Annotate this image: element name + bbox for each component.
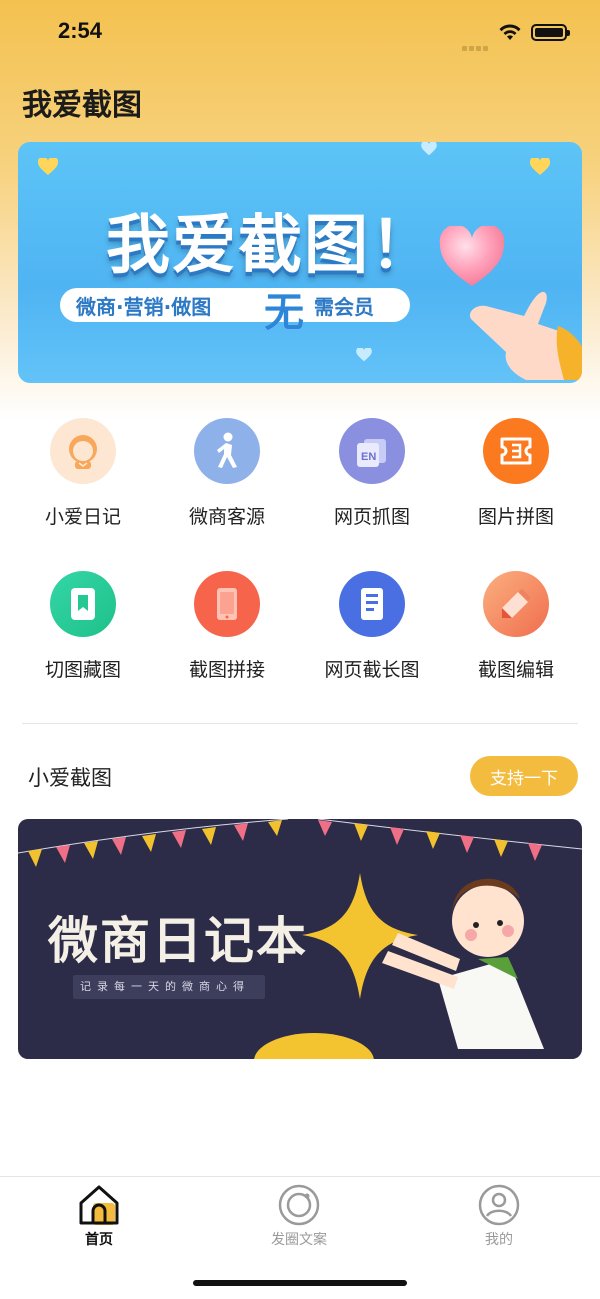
banner-tagline-highlight: 无	[264, 290, 304, 336]
tool-screenshot-edit[interactable]: 截图编辑	[451, 571, 581, 682]
moon-icon	[254, 1033, 374, 1059]
home-indicator	[193, 1280, 407, 1286]
tool-screenshot-stitch[interactable]: 截图拼接	[162, 571, 292, 682]
tab-home[interactable]: 首页	[44, 1183, 154, 1249]
promo-title: 微商日记本	[48, 912, 308, 970]
avatar-icon	[50, 418, 116, 484]
status-time: 2:54	[58, 18, 103, 43]
walking-person-icon	[194, 418, 260, 484]
tool-label: 网页抓图	[333, 506, 410, 528]
tab-moments-copy[interactable]: 发圈文案	[244, 1183, 354, 1249]
home-icon	[79, 1185, 119, 1225]
tool-xiaoai-diary[interactable]: 小爱日记	[18, 418, 148, 529]
tool-label: 截图拼接	[188, 659, 265, 681]
section-divider	[22, 723, 578, 724]
section-title: 小爱截图	[28, 766, 112, 790]
tab-label: 我的	[485, 1232, 513, 1248]
tool-label: 网页截长图	[324, 659, 420, 681]
banner-title: 我爱截图！	[106, 209, 436, 283]
hero-banner[interactable]: 我爱截图！ 微商·营销·做图 无 需会员	[18, 142, 582, 383]
support-button[interactable]: 支持一下	[470, 756, 578, 796]
ticket-icon	[483, 418, 549, 484]
battery-icon	[531, 24, 570, 41]
tool-web-capture[interactable]: EN 网页抓图	[307, 418, 437, 529]
tool-label: 微商客源	[188, 506, 265, 528]
translate-en-icon: EN	[339, 418, 405, 484]
tool-image-collage[interactable]: 图片拼图	[451, 418, 581, 529]
tablet-icon	[194, 571, 260, 637]
banner-tagline-left: 微商·营销·做图	[76, 295, 212, 319]
tool-label: 截图编辑	[477, 659, 554, 681]
bookmark-icon	[50, 571, 116, 637]
wifi-icon	[499, 24, 521, 40]
page-title: 我爱截图	[22, 88, 142, 123]
pencil-icon	[483, 571, 549, 637]
tool-wechat-leads[interactable]: 微商客源	[162, 418, 292, 529]
small-heart-icon	[38, 158, 58, 175]
promo-card[interactable]: 微商日记本 记录每一天的微商心得	[18, 819, 582, 1059]
tool-label: 图片拼图	[477, 506, 554, 528]
tool-web-long-screenshot[interactable]: 网页截长图	[307, 571, 437, 682]
pointing-hand-icon	[469, 291, 582, 380]
tab-label: 发圈文案	[271, 1232, 327, 1248]
svg-text:EN: EN	[361, 451, 376, 463]
tab-profile[interactable]: 我的	[444, 1183, 554, 1249]
user-icon	[478, 1184, 520, 1226]
document-icon	[339, 571, 405, 637]
tool-label: 切图藏图	[44, 659, 121, 681]
status-bar: 2:54	[0, 0, 600, 66]
character-illustration	[382, 878, 544, 1049]
banner-tagline-right: 需会员	[314, 295, 374, 319]
small-heart-icon	[421, 142, 437, 156]
small-heart-icon	[530, 158, 550, 175]
heart-icon	[439, 226, 505, 286]
tool-label: 小爱日记	[44, 506, 121, 528]
tool-cut-hide[interactable]: 切图藏图	[18, 571, 148, 682]
promo-subtitle: 记录每一天的微商心得	[80, 980, 250, 993]
small-heart-icon	[356, 348, 372, 362]
tab-label: 首页	[85, 1232, 113, 1248]
circle-icon	[278, 1184, 320, 1226]
cellular-signal-icon	[462, 36, 490, 51]
